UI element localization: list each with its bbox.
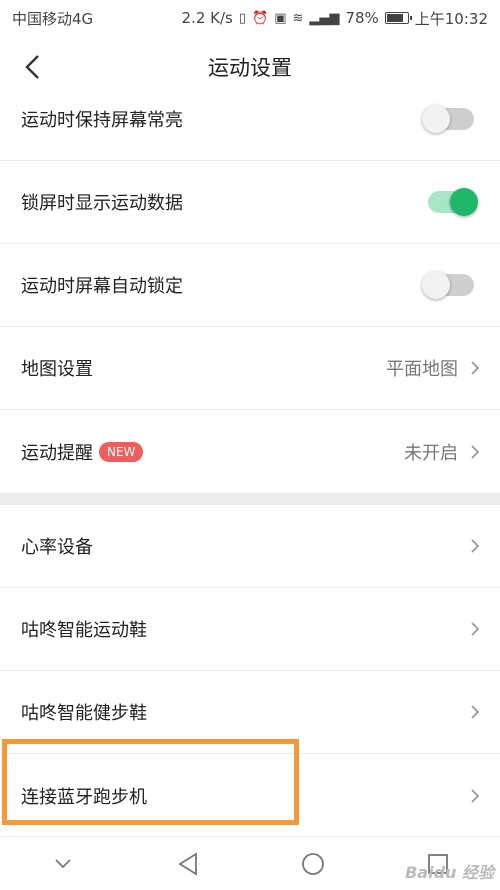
carrier-label: 中国移动4G <box>12 9 94 28</box>
setting-label: 地图设置 <box>21 359 93 380</box>
chevron-down-icon <box>54 858 71 868</box>
triangle-back-icon <box>177 851 197 876</box>
setting-value-group: 平面地图 <box>386 355 480 381</box>
setting-keep-screen-on[interactable]: 运动时保持屏幕常亮 <box>0 78 500 161</box>
chevron-right-icon <box>471 539 480 553</box>
setting-reminder[interactable]: 运动提醒 NEW 未开启 <box>0 410 500 493</box>
device-label: 咕咚智能运动鞋 <box>21 620 147 641</box>
nav-collapse-button[interactable] <box>33 844 93 884</box>
setting-map[interactable]: 地图设置 平面地图 <box>0 327 500 410</box>
setting-label: 运动提醒 <box>21 442 93 464</box>
alarm-icon: ⏰ <box>252 10 269 26</box>
circle-home-icon <box>301 852 324 875</box>
setting-label: 运动时保持屏幕常亮 <box>21 110 183 131</box>
device-smart-running-shoe[interactable]: 咕咚智能运动鞋 <box>0 588 500 671</box>
chevron-left-icon <box>25 55 39 79</box>
device-bluetooth-treadmill[interactable]: 连接蓝牙跑步机 <box>0 754 500 837</box>
hd-icon: ▣ <box>274 10 287 26</box>
status-bar: 中国移动4G 2.2 K/s ▯ ⏰ ▣ ≋ ▂▄▆ 78% 上午10:32 <box>0 0 500 36</box>
map-value: 平面地图 <box>386 359 458 380</box>
chevron-right-icon <box>471 622 480 636</box>
auto-lock-toggle[interactable] <box>422 271 474 299</box>
nav-home-button[interactable] <box>283 844 343 884</box>
battery-icon <box>384 12 412 24</box>
setting-label: 运动时屏幕自动锁定 <box>21 276 183 297</box>
battery-percent: 78% <box>345 9 379 27</box>
reminder-label-group: 运动提醒 NEW <box>21 439 144 465</box>
keep-screen-on-toggle[interactable] <box>422 105 474 133</box>
watermark: Baidu 经验 <box>405 863 494 882</box>
chevron-right-icon <box>471 361 480 375</box>
wifi-icon: ≋ <box>292 10 304 26</box>
device-label: 咕咚智能健步鞋 <box>21 703 147 724</box>
setting-label: 锁屏时显示运动数据 <box>21 193 183 214</box>
chevron-right-icon <box>471 705 480 719</box>
setting-value-group: 未开启 <box>404 439 480 465</box>
reminder-value: 未开启 <box>404 442 458 464</box>
lockscreen-data-toggle[interactable] <box>428 188 478 216</box>
chevron-right-icon <box>471 444 480 459</box>
new-badge: NEW <box>99 441 144 462</box>
device-label: 心率设备 <box>21 537 93 558</box>
nav-back-button[interactable] <box>158 844 218 884</box>
clock: 上午10:32 <box>414 9 488 28</box>
chevron-right-icon <box>471 788 480 803</box>
setting-lockscreen-data[interactable]: 锁屏时显示运动数据 <box>0 161 500 244</box>
network-speed: 2.2 K/s <box>181 9 233 27</box>
section-divider <box>0 493 500 505</box>
device-smart-walking-shoe[interactable]: 咕咚智能健步鞋 <box>0 671 500 754</box>
settings-list: 运动时保持屏幕常亮 锁屏时显示运动数据 运动时屏幕自动锁定 地图设置 平面地图 … <box>0 78 500 837</box>
vibrate-icon: ▯ <box>238 10 247 26</box>
signal-icon: ▂▄▆ <box>309 10 340 26</box>
status-indicators: 2.2 K/s ▯ ⏰ ▣ ≋ ▂▄▆ 78% 上午10:32 <box>182 8 488 29</box>
device-label: 连接蓝牙跑步机 <box>21 786 147 808</box>
device-heart-rate[interactable]: 心率设备 <box>0 505 500 588</box>
setting-auto-lock[interactable]: 运动时屏幕自动锁定 <box>0 244 500 327</box>
